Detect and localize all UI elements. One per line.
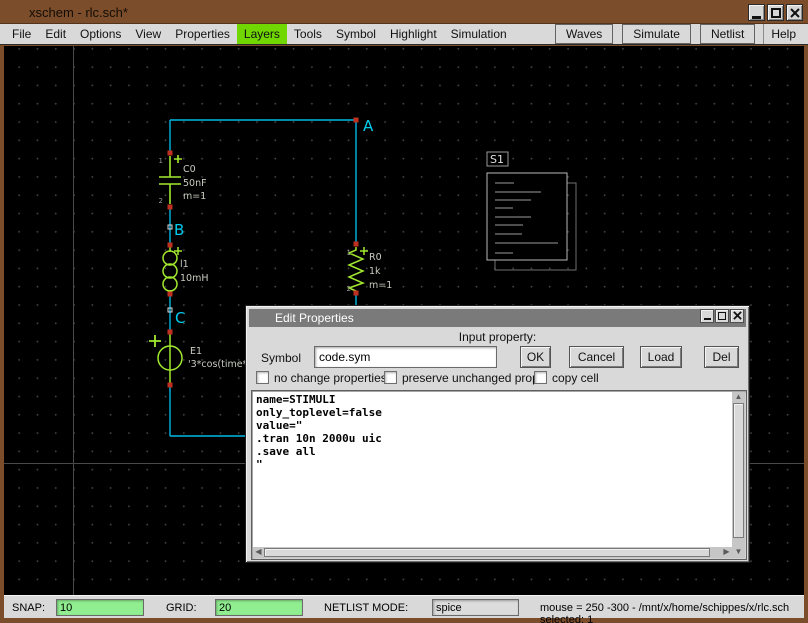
no-change-properties-checkbox[interactable] <box>256 371 269 384</box>
dialog-minimize-button[interactable] <box>700 309 714 323</box>
load-button[interactable]: Load <box>640 346 682 368</box>
cancel-button[interactable]: Cancel <box>569 346 624 368</box>
property-textarea[interactable]: name=STIMULI only_toplevel=false value="… <box>253 392 732 549</box>
scroll-down-icon[interactable]: ▼ <box>733 547 744 557</box>
maximize-icon <box>771 8 781 18</box>
node-label-c[interactable]: C <box>175 309 185 327</box>
menu-properties[interactable]: Properties <box>168 24 237 44</box>
menu-layers[interactable]: Layers <box>237 24 287 44</box>
source-e1[interactable]: E1 '3*cos(time*ti <box>149 334 254 383</box>
svg-text:l1: l1 <box>180 259 189 270</box>
menu-simulation[interactable]: Simulation <box>444 24 514 44</box>
menubar: File Edit Options View Properties Layers… <box>0 24 808 45</box>
window-controls <box>748 4 803 21</box>
scrollbar-corner: ▼ <box>732 547 745 558</box>
menu-view[interactable]: View <box>128 24 168 44</box>
minimize-button[interactable] <box>748 4 765 21</box>
menu-help[interactable]: Help <box>764 24 803 44</box>
simulate-button[interactable]: Simulate <box>622 24 691 44</box>
svg-text:1: 1 <box>347 249 351 257</box>
inductor-l1[interactable]: l1 10mH <box>163 247 209 292</box>
dialog-title: Edit Properties <box>275 311 354 325</box>
netlist-mode-input[interactable] <box>432 599 519 616</box>
symbol-label: Symbol <box>261 351 301 365</box>
preserve-unchanged-props-label: preserve unchanged props <box>402 371 545 385</box>
preserve-unchanged-props-checkbox[interactable] <box>384 371 397 384</box>
menu-edit[interactable]: Edit <box>38 24 73 44</box>
scroll-left-icon[interactable]: ◀ <box>253 547 264 557</box>
no-change-properties-label: no change properties <box>274 371 387 385</box>
code-block-s1[interactable]: S1 <box>487 152 576 270</box>
capacitor-c0[interactable]: 1 2 C0 50nF m=1 <box>159 155 207 205</box>
del-button[interactable]: Del <box>704 346 739 368</box>
minimize-icon <box>752 16 761 19</box>
dialog-close-icon <box>733 311 742 320</box>
svg-text:10mH: 10mH <box>180 273 209 284</box>
node-label-b[interactable]: B <box>174 221 184 239</box>
svg-text:50nF: 50nF <box>183 178 207 189</box>
statusbar: SNAP: GRID: NETLIST MODE: mouse = 250 -3… <box>4 595 804 618</box>
xschem-window: xschem - rlc.sch* File Edit Options View… <box>0 0 808 623</box>
node-label-a[interactable]: A <box>363 117 374 135</box>
svg-text:E1: E1 <box>190 346 202 357</box>
scroll-right-icon[interactable]: ▶ <box>721 547 732 557</box>
copy-cell-label: copy cell <box>552 371 599 385</box>
netlist-mode-label: NETLIST MODE: <box>324 602 408 614</box>
svg-text:2: 2 <box>347 285 351 293</box>
ok-button[interactable]: OK <box>520 346 551 368</box>
grid-input[interactable] <box>215 599 303 616</box>
copy-cell-checkbox[interactable] <box>534 371 547 384</box>
svg-text:m=1: m=1 <box>369 280 392 291</box>
resistor-r0[interactable]: 1 2 R0 1k m=1 <box>347 247 393 293</box>
waves-button[interactable]: Waves <box>555 24 613 44</box>
window-title: xschem - rlc.sch* <box>29 5 128 20</box>
input-property-label: Input property: <box>246 330 749 344</box>
vertical-scrollbar[interactable]: ▲ <box>732 392 745 549</box>
property-text-frame: name=STIMULI only_toplevel=false value="… <box>251 390 747 560</box>
svg-text:1k: 1k <box>369 266 381 277</box>
svg-text:m=1: m=1 <box>183 191 206 202</box>
dialog-maximize-button[interactable] <box>715 309 729 323</box>
mouse-status-text: mouse = 250 -300 - /mnt/x/home/schippes/… <box>540 602 804 623</box>
horizontal-scrollbar-thumb[interactable] <box>264 548 710 557</box>
dialog-close-button[interactable] <box>730 309 744 323</box>
svg-text:R0: R0 <box>369 252 382 263</box>
titlebar[interactable]: xschem - rlc.sch* <box>0 0 808 24</box>
vertical-scrollbar-thumb[interactable] <box>733 403 744 538</box>
svg-text:C0: C0 <box>183 164 196 175</box>
dialog-maximize-icon <box>718 312 726 320</box>
checkbox-row: no change properties preserve unchanged … <box>246 370 749 386</box>
dialog-titlebar[interactable]: Edit Properties <box>249 309 746 327</box>
snap-label: SNAP: <box>12 602 45 614</box>
dialog-controls <box>700 309 744 323</box>
maximize-button[interactable] <box>767 4 784 21</box>
svg-text:1: 1 <box>159 157 163 165</box>
menu-highlight[interactable]: Highlight <box>383 24 444 44</box>
dialog-minimize-icon <box>704 318 711 320</box>
scroll-up-icon[interactable]: ▲ <box>733 392 744 402</box>
menu-tools[interactable]: Tools <box>287 24 329 44</box>
svg-text:S1: S1 <box>490 153 504 166</box>
menu-options[interactable]: Options <box>73 24 128 44</box>
close-icon <box>790 8 800 18</box>
edit-properties-dialog: Edit Properties Input property: Symbol O… <box>245 305 750 563</box>
grid-label: GRID: <box>166 602 197 614</box>
close-button[interactable] <box>786 4 803 21</box>
menu-symbol[interactable]: Symbol <box>329 24 383 44</box>
svg-text:2: 2 <box>159 197 163 205</box>
menu-file[interactable]: File <box>5 24 38 44</box>
symbol-input[interactable] <box>314 346 497 368</box>
netlist-button[interactable]: Netlist <box>700 24 755 44</box>
schematic-canvas[interactable]: 1 2 C0 50nF m=1 l1 10mH <box>4 46 804 595</box>
svg-text:'3*cos(time*ti: '3*cos(time*ti <box>188 359 254 370</box>
horizontal-scrollbar[interactable]: ◀ ▶ <box>253 547 732 558</box>
snap-input[interactable] <box>56 599 144 616</box>
